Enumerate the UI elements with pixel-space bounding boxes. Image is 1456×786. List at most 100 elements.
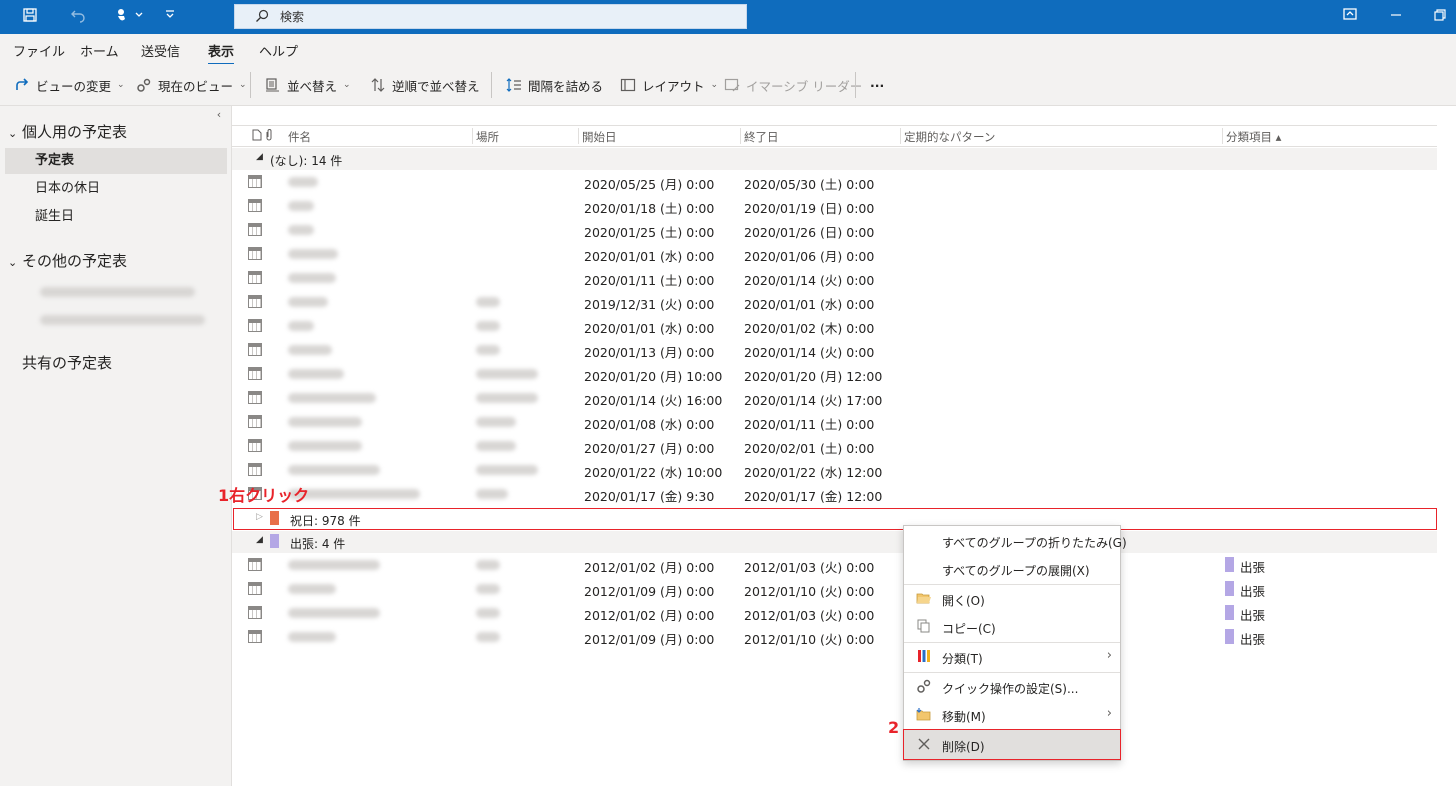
- table-row[interactable]: 2020/01/18 (土) 0:00 2020/01/19 (日) 0:00: [232, 194, 1437, 218]
- subject-redacted: [288, 273, 336, 283]
- chevron-down-icon: ⌄: [343, 80, 351, 90]
- start-date-cell: 2020/01/08 (水) 0:00: [584, 417, 715, 432]
- undo-icon[interactable]: [68, 7, 88, 27]
- column-divider: [472, 128, 473, 144]
- table-row[interactable]: 2020/01/25 (土) 0:00 2020/01/26 (日) 0:00: [232, 218, 1437, 242]
- customize-toolbar-icon[interactable]: [160, 7, 180, 27]
- arrange-button[interactable]: 並べ替え ⌄: [265, 74, 351, 96]
- column-end[interactable]: 終了日: [744, 129, 779, 145]
- end-date-cell: 2012/01/10 (火) 0:00: [744, 584, 875, 599]
- table-row[interactable]: 2020/05/25 (月) 0:00 2020/05/30 (土) 0:00: [232, 170, 1437, 194]
- tab-home[interactable]: ホーム: [80, 41, 119, 60]
- other-calendars-group[interactable]: ⌄ その他の予定表: [8, 250, 127, 271]
- end-date-cell: 2020/01/11 (土) 0:00: [744, 417, 875, 432]
- table-row[interactable]: 2012/01/02 (月) 0:00 2012/01/03 (火) 0:00 出張: [232, 553, 1437, 577]
- end-date-cell: 2020/01/14 (火) 0:00: [744, 273, 875, 288]
- immersive-reader-button[interactable]: イマーシブ リーダー: [724, 74, 862, 96]
- sidebar-item-redacted[interactable]: [40, 287, 195, 297]
- shared-calendars-group[interactable]: 共有の予定表: [22, 352, 112, 373]
- table-row[interactable]: 2012/01/09 (月) 0:00 2012/01/10 (火) 0:00 出張: [232, 577, 1437, 601]
- subject-redacted: [288, 297, 328, 307]
- start-date-cell: 2012/01/09 (月) 0:00: [584, 632, 715, 647]
- table-row[interactable]: 2020/01/01 (水) 0:00 2020/01/06 (月) 0:00: [232, 242, 1437, 266]
- start-date-cell: 2020/01/27 (月) 0:00: [584, 441, 715, 456]
- attachment-column-icon[interactable]: [265, 129, 273, 144]
- menu-item-quick-steps[interactable]: クイック操作の設定(S)...: [904, 673, 1120, 701]
- appointment-icon: [248, 343, 262, 356]
- subject-redacted: [288, 393, 376, 403]
- menu-item-open[interactable]: 開く(O): [904, 585, 1120, 613]
- tab-send-receive[interactable]: 送受信: [141, 41, 180, 60]
- column-recurrence[interactable]: 定期的なパターン: [904, 129, 995, 145]
- location-redacted: [476, 345, 500, 355]
- column-categories[interactable]: 分類項目 ▴: [1226, 129, 1281, 145]
- restore-icon[interactable]: [1430, 7, 1450, 27]
- start-date-cell: 2020/01/13 (月) 0:00: [584, 345, 715, 360]
- menu-item-move[interactable]: 移動(M) ›: [904, 701, 1120, 729]
- table-row[interactable]: 2020/01/17 (金) 9:30 2020/01/17 (金) 12:00: [232, 482, 1437, 506]
- menu-item-categorize[interactable]: 分類(T) ›: [904, 643, 1120, 671]
- search-box[interactable]: [234, 4, 747, 29]
- layout-button[interactable]: レイアウト ⌄: [620, 74, 718, 96]
- appointment-icon: [248, 199, 262, 212]
- group-header-none[interactable]: ◢ (なし): 14 件: [232, 148, 1437, 170]
- table-row[interactable]: 2020/01/20 (月) 10:00 2020/01/20 (月) 12:00: [232, 362, 1437, 386]
- column-subject[interactable]: 件名: [288, 129, 311, 145]
- sidebar-item-japan-holidays[interactable]: 日本の休日: [5, 176, 227, 202]
- subject-redacted: [288, 321, 314, 331]
- table-row[interactable]: 2020/01/08 (水) 0:00 2020/01/11 (土) 0:00: [232, 410, 1437, 434]
- collapse-pane-icon[interactable]: ‹: [212, 108, 226, 122]
- touch-mode-icon[interactable]: [112, 7, 146, 27]
- ribbon-divider: [491, 72, 492, 98]
- column-divider: [900, 128, 901, 144]
- save-icon[interactable]: [20, 7, 40, 27]
- appointment-icon: [248, 271, 262, 284]
- appointment-icon: [248, 319, 262, 332]
- tab-file[interactable]: ファイル: [13, 41, 65, 60]
- sidebar-item-redacted[interactable]: [40, 315, 205, 325]
- sidebar-item-birthdays[interactable]: 誕生日: [5, 204, 227, 230]
- sidebar-item-calendar[interactable]: 予定表: [5, 148, 227, 174]
- search-input[interactable]: [280, 8, 720, 26]
- item-type-column-icon[interactable]: [252, 129, 262, 144]
- annotation-highlight-delete: [903, 729, 1121, 760]
- search-icon: [255, 9, 271, 25]
- tab-view[interactable]: 表示: [208, 41, 235, 65]
- column-start[interactable]: 開始日: [582, 129, 617, 145]
- collapse-triangle-icon[interactable]: ◢: [256, 152, 263, 162]
- tab-help[interactable]: ヘルプ: [259, 41, 298, 60]
- tighten-spacing-button[interactable]: 間隔を詰める: [506, 74, 603, 96]
- menu-item-collapse-all[interactable]: すべてのグループの折りたたみ(G): [904, 527, 1127, 555]
- menu-item-expand-all[interactable]: すべてのグループの展開(X): [904, 555, 1120, 583]
- change-view-button[interactable]: ビューの変更 ⌄: [14, 74, 125, 96]
- table-row[interactable]: 2020/01/27 (月) 0:00 2020/02/01 (土) 0:00: [232, 434, 1437, 458]
- table-row[interactable]: 2020/01/11 (土) 0:00 2020/01/14 (火) 0:00: [232, 266, 1437, 290]
- column-location[interactable]: 場所: [476, 129, 499, 145]
- view-settings-button[interactable]: 現在のビュー ⌄: [136, 74, 247, 96]
- table-row[interactable]: 2020/01/22 (水) 10:00 2020/01/22 (水) 12:00: [232, 458, 1437, 482]
- table-row[interactable]: 2020/01/01 (水) 0:00 2020/01/02 (木) 0:00: [232, 314, 1437, 338]
- location-redacted: [476, 608, 500, 618]
- table-row[interactable]: 2012/01/09 (月) 0:00 2012/01/10 (火) 0:00 出張: [232, 625, 1437, 649]
- my-calendars-group[interactable]: ⌄ 個人用の予定表: [8, 121, 127, 142]
- location-redacted: [476, 489, 508, 499]
- group-header-trip[interactable]: ◢ 出張: 4 件: [232, 531, 1437, 553]
- table-row[interactable]: 2012/01/02 (月) 0:00 2012/01/03 (火) 0:00 出張: [232, 601, 1437, 625]
- coming-soon-icon[interactable]: [1340, 7, 1360, 27]
- annotation-step2: 2: [888, 718, 900, 737]
- layout-icon: [620, 77, 636, 93]
- chevron-down-icon: ⌄: [117, 80, 125, 90]
- location-redacted: [476, 560, 500, 570]
- subject-redacted: [288, 584, 336, 594]
- table-row[interactable]: 2020/01/13 (月) 0:00 2020/01/14 (火) 0:00: [232, 338, 1437, 362]
- table-row[interactable]: 2019/12/31 (火) 0:00 2020/01/01 (水) 0:00: [232, 290, 1437, 314]
- appointment-icon: [248, 415, 262, 428]
- chevron-right-icon: ›: [1106, 706, 1112, 721]
- appointment-icon: [248, 223, 262, 236]
- table-row[interactable]: 2020/01/14 (火) 16:00 2020/01/14 (火) 17:00: [232, 386, 1437, 410]
- menu-item-copy[interactable]: コピー(C): [904, 613, 1120, 641]
- more-options-button[interactable]: ···: [870, 74, 884, 96]
- minimize-icon[interactable]: [1386, 7, 1406, 27]
- reverse-sort-button[interactable]: 逆順で並べ替え: [370, 74, 480, 96]
- collapse-triangle-icon[interactable]: ◢: [256, 535, 263, 545]
